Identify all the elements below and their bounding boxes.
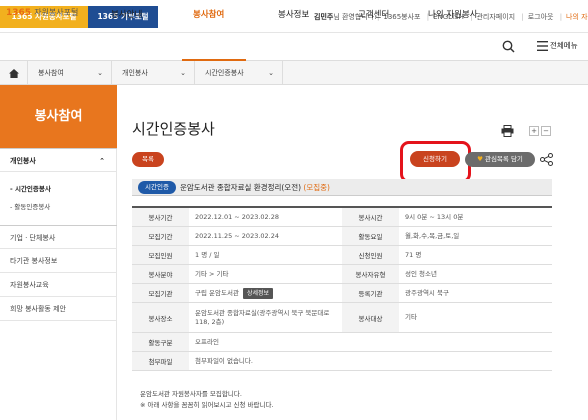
nav-my-volunteer[interactable]: 나의 자원봉사 (428, 8, 478, 20)
activity-title: 운암도서관 종합자료실 환경정리(오전) (모집중) (180, 182, 330, 193)
field-label: 봉사대상 (342, 303, 399, 332)
field-value: 광주광역시 북구 (405, 288, 449, 297)
add-favorite-button[interactable]: ♥ 관심목록 담기 (465, 152, 535, 167)
field-label: 봉사분야 (132, 265, 189, 283)
main-navigation (0, 33, 588, 61)
chevron-down-icon: ⌄ (180, 69, 186, 77)
field-value: 성인 청소년 (405, 269, 437, 278)
sidebar-subitem-activity-cert[interactable]: - 활동인증봉사 (0, 201, 117, 211)
field-value: 71 명 (405, 250, 422, 259)
sidebar-subitem-time-cert[interactable]: - 시간인증봉사 (0, 183, 117, 193)
heart-icon: ♥ (477, 155, 483, 163)
field-value: 기타 (405, 313, 417, 321)
field-value: 운암도서관 종합자료실(광주광역시 북구 북문대로 118, 2층) (195, 308, 330, 326)
table-row: 봉사장소 운암도서관 종합자료실(광주광역시 북구 북문대로 118, 2층) … (132, 303, 552, 333)
field-label: 모집인원 (132, 246, 189, 264)
recruit-status: (모집중) (303, 183, 330, 192)
utility-link[interactable]: 관리자페이지 (476, 13, 515, 21)
field-label: 활동구분 (132, 333, 189, 351)
breadcrumb-label: 시간인증봉사 (205, 69, 244, 77)
field-value: 1 명 / 일 (195, 250, 220, 259)
field-value: 9시 0분 ~ 13시 0분 (405, 212, 464, 221)
field-label: 봉사시간 (342, 208, 399, 226)
nav-volunteer-participation[interactable]: 봉사참여 (193, 8, 224, 20)
activity-notes: 운암도서관 자원봉사자를 모집합니다. ※ 아래 사항을 꼼꼼히 읽어보시고 신… (140, 389, 274, 411)
field-label: 신청인원 (342, 246, 399, 264)
home-button[interactable] (0, 61, 28, 85)
breadcrumb-label: 봉사참여 (38, 69, 64, 77)
field-label: 봉사기간 (132, 208, 189, 226)
breadcrumb-item[interactable]: 봉사참여 ⌄ (28, 61, 112, 85)
share-icon[interactable] (540, 153, 553, 166)
breadcrumb-item[interactable]: 개인봉사 ⌄ (112, 61, 195, 85)
agency-detail-button[interactable]: 상세정보 (242, 287, 274, 299)
apply-highlight-box (400, 141, 471, 183)
breadcrumb-item[interactable]: 시간인증봉사 ⌄ (195, 61, 283, 85)
field-label: 모집기간 (132, 227, 189, 245)
nav-service-guide[interactable]: 봉사안내 (111, 8, 142, 20)
logo-mark: 1365 (6, 8, 32, 18)
category-badge: 시간인증 (138, 181, 176, 194)
favorite-label: 관심목록 담기 (484, 155, 523, 163)
home-icon (8, 68, 19, 78)
field-value: 첨부파일이 없습니다. (195, 356, 253, 365)
utility-links: |1365봉사포 |ENGLISH |관리자페이지 |로그아웃 |나의 자원봉사 (373, 12, 588, 22)
logo-text: 자원봉사포털 (34, 8, 79, 17)
sidebar-item-other-agency[interactable]: 타기관 봉사정보 (0, 249, 117, 273)
table-row: 모집기관 구립 운암도서관 상세정보 등록기관 광주광역시 북구 (132, 284, 552, 303)
field-value: 구립 운암도서관 상세정보 (189, 284, 342, 302)
table-row: 봉사분야 기타 > 기타 봉사자유형 성인 청소년 (132, 265, 552, 284)
list-button[interactable]: 목록 (132, 152, 164, 167)
sidebar-item-corporate[interactable]: 기업 · 단체봉사 (0, 225, 117, 249)
field-value: 2022.12.01 ~ 2023.02.28 (195, 212, 280, 221)
logout-link[interactable]: 로그아웃 (528, 13, 554, 21)
field-value: 2022.11.25 ~ 2023.02.24 (195, 231, 280, 240)
my-volunteer-link[interactable]: 나의 자원봉사 (566, 13, 588, 21)
field-label: 활동요일 (342, 227, 399, 245)
note-line: 운암도서관 자원봉사자를 모집합니다. (140, 390, 242, 398)
sidebar-item-label: 개인봉사 (10, 157, 36, 165)
sidebar-item-education[interactable]: 자원봉사교육 (0, 273, 117, 297)
chevron-up-icon: ⌃ (99, 157, 105, 165)
activity-title-text: 운암도서관 종합자료실 환경정리(오전) (180, 183, 302, 192)
agency-name: 구립 운암도서관 (195, 288, 239, 297)
sidebar-item-suggestion[interactable]: 희망 봉사활동 제안 (0, 297, 117, 321)
all-menu-label[interactable]: 전체메뉴 (550, 40, 578, 51)
nav-customer-center[interactable]: 고객센터 (358, 8, 389, 20)
chevron-down-icon: ⌄ (268, 69, 274, 77)
zoom-in-button[interactable]: + (529, 126, 539, 136)
hamburger-menu-icon[interactable] (537, 41, 548, 51)
print-icon[interactable] (501, 125, 514, 137)
field-label: 봉사장소 (132, 303, 189, 332)
field-label: 등록기관 (342, 284, 399, 302)
field-label: 모집기관 (132, 284, 189, 302)
activity-info-table: 봉사기간 2022.12.01 ~ 2023.02.28 봉사시간 9시 0분 … (132, 206, 552, 371)
user-name: 김민주 (314, 13, 334, 21)
page-title: 시간인증봉사 (132, 120, 215, 138)
field-value: 기타 > 기타 (195, 269, 229, 278)
field-value: 오프라인 (195, 337, 219, 346)
field-label: 첨부파일 (132, 352, 189, 370)
search-icon[interactable] (502, 40, 515, 53)
table-row: 모집기간 2022.11.25 ~ 2023.02.24 활동요일 월,화,수,… (132, 227, 552, 246)
sidebar-item-personal[interactable]: 개인봉사 ⌃ (0, 148, 117, 172)
note-line: ※ 아래 사항을 꼼꼼히 읽어보시고 신청 바랍니다. (140, 401, 274, 409)
sidebar-title: 봉사참여 (0, 85, 117, 149)
breadcrumb-label: 개인봉사 (122, 69, 148, 77)
table-row: 모집인원 1 명 / 일 신청인원 71 명 (132, 246, 552, 265)
site-logo[interactable]: 1365 자원봉사포털 (6, 7, 78, 18)
zoom-out-button[interactable]: − (541, 126, 551, 136)
field-label: 봉사자유형 (342, 265, 399, 283)
table-row: 활동구분 오프라인 (132, 333, 552, 352)
table-row: 봉사기간 2022.12.01 ~ 2023.02.28 봉사시간 9시 0분 … (132, 208, 552, 227)
table-row: 첨부파일 첨부파일이 없습니다. (132, 352, 552, 371)
nav-service-info[interactable]: 봉사정보 (278, 8, 309, 20)
chevron-down-icon: ⌄ (97, 69, 103, 77)
field-value: 월,화,수,목,금,토,일 (405, 231, 460, 240)
